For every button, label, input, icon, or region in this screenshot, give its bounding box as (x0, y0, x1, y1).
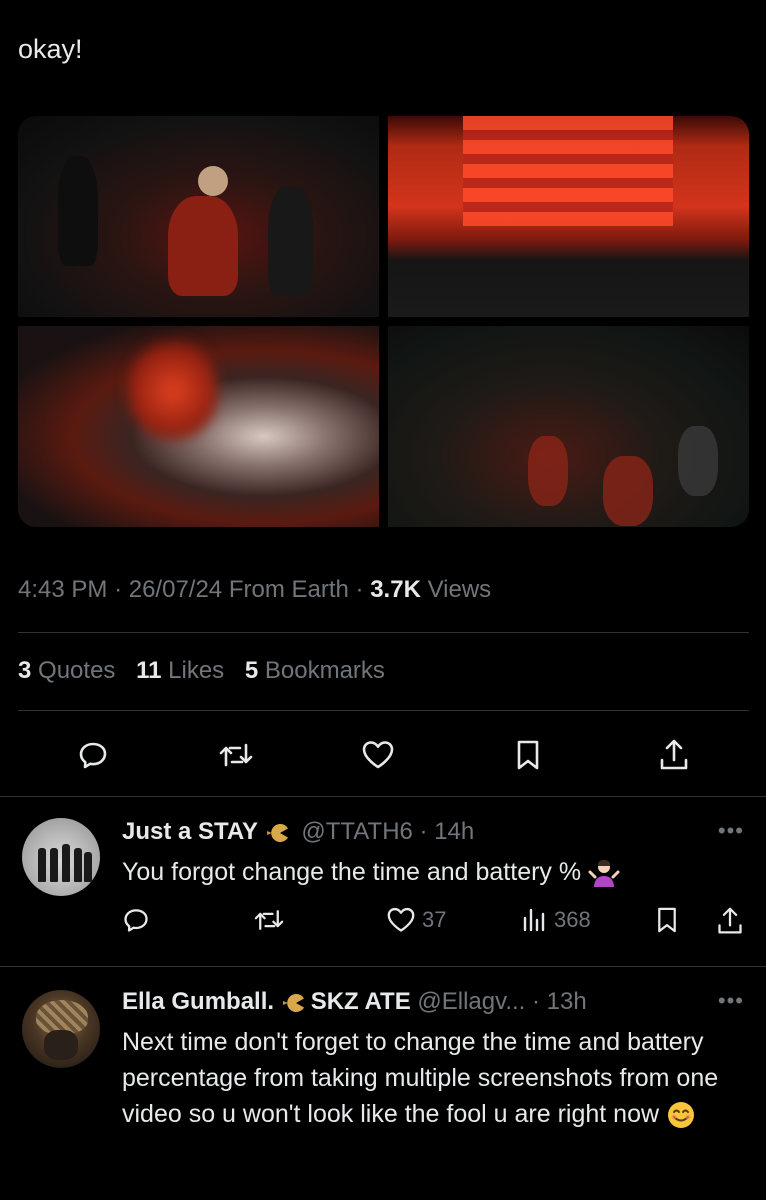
like-button[interactable]: 37 (386, 906, 446, 934)
share-icon (660, 739, 688, 770)
divider (18, 632, 749, 633)
views-count: 3.7K (370, 576, 421, 603)
reply-author-name-suffix[interactable]: SKZ ATE (311, 988, 411, 1015)
share-button[interactable] (716, 906, 744, 936)
like-count: 37 (422, 907, 447, 932)
tweet-text: okay! (18, 34, 83, 64)
views-button[interactable]: 368 (520, 906, 591, 934)
media-image-3[interactable] (18, 326, 379, 527)
divider (18, 710, 749, 711)
tweet-source[interactable]: From Earth (229, 576, 349, 603)
avatar[interactable] (22, 818, 100, 896)
media-image-2[interactable] (388, 116, 749, 317)
smiling-face-emoji-icon (666, 1100, 696, 1130)
reply-author-name[interactable]: Ella Gumball. (122, 988, 274, 1015)
retweet-button[interactable] (216, 735, 256, 775)
reply-author-name[interactable]: Just a STAY (122, 818, 258, 845)
reply-text: You forgot change the time and battery % (122, 858, 582, 886)
like-button[interactable] (358, 735, 398, 775)
reply-author-handle[interactable]: @Ellagv... (417, 988, 525, 1015)
bookmark-icon (658, 907, 676, 933)
reply-button[interactable] (73, 735, 113, 775)
reply-author-handle[interactable]: @TTATH6 (301, 818, 412, 845)
tweet-date: 26/07/24 (128, 576, 223, 603)
media-image-4[interactable] (388, 326, 749, 527)
tweet-stats: 3 Quotes 11 Likes 5 Bookmarks (18, 657, 399, 685)
reply-icon (79, 742, 107, 769)
reply-item[interactable]: Just a STAY @TTATH6 · 14h ••• You forgot… (0, 796, 766, 966)
quotes-stat[interactable]: 3 Quotes (18, 657, 115, 684)
tweet-actions (0, 735, 766, 779)
views-label: Views (427, 576, 492, 603)
share-button[interactable] (654, 735, 694, 775)
tweet-meta: 4:43 PM · 26/07/24 From Earth · 3.7K Vie… (18, 576, 492, 603)
retweet-icon (254, 910, 284, 930)
bookmark-button[interactable] (508, 735, 548, 775)
reply-time: 14h (434, 818, 475, 845)
heart-icon (362, 741, 394, 769)
shrug-emoji-icon (588, 858, 620, 888)
media-image-1[interactable] (18, 116, 379, 317)
retweet-button[interactable] (253, 906, 285, 934)
reply-icon (124, 909, 148, 932)
reply-button[interactable] (122, 906, 150, 934)
media-grid[interactable] (18, 116, 749, 527)
bookmarks-stat[interactable]: 5 Bookmarks (245, 657, 385, 684)
retweet-icon (219, 743, 253, 767)
tweet-time: 4:43 PM (18, 576, 108, 603)
views-count: 368 (554, 907, 591, 932)
more-options-icon[interactable]: ••• (718, 818, 744, 844)
reply-time: 13h (546, 988, 587, 1015)
bookmark-button[interactable] (655, 906, 679, 934)
views-icon (523, 908, 545, 932)
more-options-icon[interactable]: ••• (718, 988, 744, 1014)
share-icon (718, 907, 742, 934)
heart-icon (387, 907, 415, 932)
pacman-emoji-icon (265, 821, 295, 845)
bookmark-icon (517, 740, 539, 770)
pacman-emoji-icon (281, 991, 311, 1015)
likes-stat[interactable]: 11 Likes (136, 657, 224, 684)
reply-item[interactable]: Ella Gumball. SKZ ATE @Ellagv... · 13h •… (0, 966, 766, 1200)
reply-text: Next time don't forget to change the tim… (122, 1028, 719, 1128)
avatar[interactable] (22, 990, 100, 1068)
